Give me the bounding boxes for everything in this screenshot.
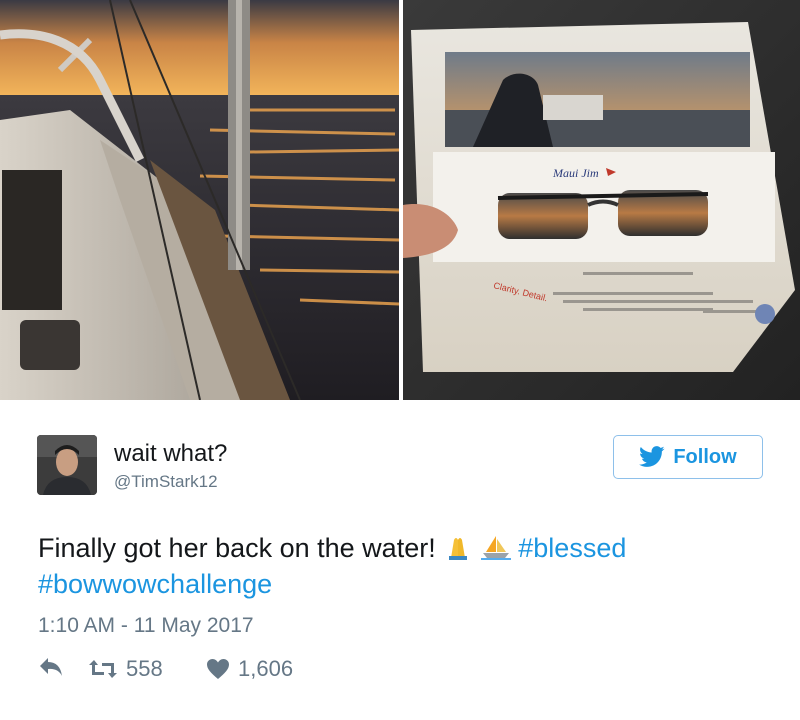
tweet-text: Finally got her back on the water! #bles…	[38, 530, 778, 602]
follow-button[interactable]: Follow	[613, 435, 763, 479]
like-count: 1,606	[238, 656, 294, 681]
tweet-media: Maui Jim Clarity. Detail.	[0, 0, 800, 402]
retweet-count: 558	[126, 656, 163, 681]
folded-hands-icon	[443, 533, 481, 563]
magazine-ad-photo[interactable]: Maui Jim Clarity. Detail.	[403, 0, 800, 400]
username-handle[interactable]: @TimStark12	[114, 472, 218, 492]
follow-button-label: Follow	[673, 445, 737, 468]
sailboat-sunset-photo[interactable]	[0, 0, 399, 400]
ad-brand-text: Maui Jim	[552, 166, 599, 180]
hashtag-bowwowchallenge[interactable]: #bowwowchallenge	[38, 569, 272, 599]
like-button[interactable]: 1,606	[206, 656, 293, 682]
heart-icon	[207, 659, 229, 679]
twitter-bird-icon	[639, 446, 665, 467]
avatar[interactable]	[37, 435, 97, 495]
reply-icon	[40, 658, 62, 676]
display-name[interactable]: wait what?	[114, 440, 227, 468]
retweet-button[interactable]: 558	[88, 656, 163, 682]
tweet-card: Maui Jim Clarity. Detail. wait what? @Ti…	[0, 0, 800, 720]
tweet-text-main: Finally got her back on the water!	[38, 533, 436, 563]
sailboat-icon	[480, 533, 519, 563]
reply-button[interactable]	[38, 656, 64, 678]
retweet-icon	[89, 660, 117, 678]
tweet-timestamp[interactable]: 1:10 AM - 11 May 2017	[38, 614, 254, 638]
hashtag-blessed[interactable]: #blessed	[518, 533, 626, 563]
